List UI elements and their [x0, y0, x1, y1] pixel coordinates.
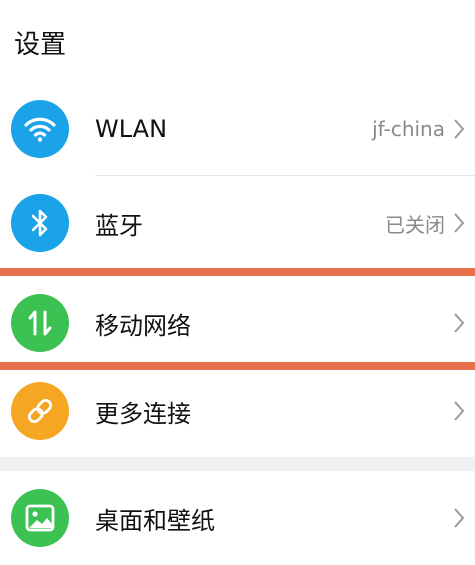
settings-row-mobile-network[interactable]: 移动网络 — [0, 276, 475, 370]
chevron-right-icon — [454, 213, 465, 233]
row-value-bluetooth: 已关闭 — [385, 212, 445, 237]
mobile-data-icon — [11, 294, 69, 352]
chevron-right-icon — [454, 119, 465, 139]
highlight-border-top — [0, 268, 475, 276]
wifi-icon — [11, 100, 69, 158]
section-separator — [0, 457, 475, 471]
row-value-wlan: jf-china — [372, 117, 445, 141]
row-label-wlan: WLAN — [95, 115, 168, 143]
row-label-bluetooth: 蓝牙 — [95, 211, 143, 240]
bluetooth-icon — [11, 194, 69, 252]
row-label-mobile-network: 移动网络 — [95, 311, 191, 340]
wallpaper-icon — [11, 489, 69, 547]
link-icon — [11, 382, 69, 440]
settings-row-wlan[interactable]: WLAN jf-china — [0, 82, 475, 176]
chevron-right-icon — [454, 313, 465, 333]
page-title: 设置 — [14, 30, 67, 60]
row-label-wallpaper: 桌面和壁纸 — [95, 506, 215, 535]
chevron-right-icon — [454, 401, 465, 421]
row-label-more-connections: 更多连接 — [95, 399, 191, 428]
settings-row-wallpaper[interactable]: 桌面和壁纸 — [0, 471, 475, 565]
chevron-right-icon — [454, 508, 465, 528]
settings-row-bluetooth[interactable]: 蓝牙 已关闭 — [0, 176, 475, 270]
settings-row-more-connections[interactable]: 更多连接 — [0, 364, 475, 458]
